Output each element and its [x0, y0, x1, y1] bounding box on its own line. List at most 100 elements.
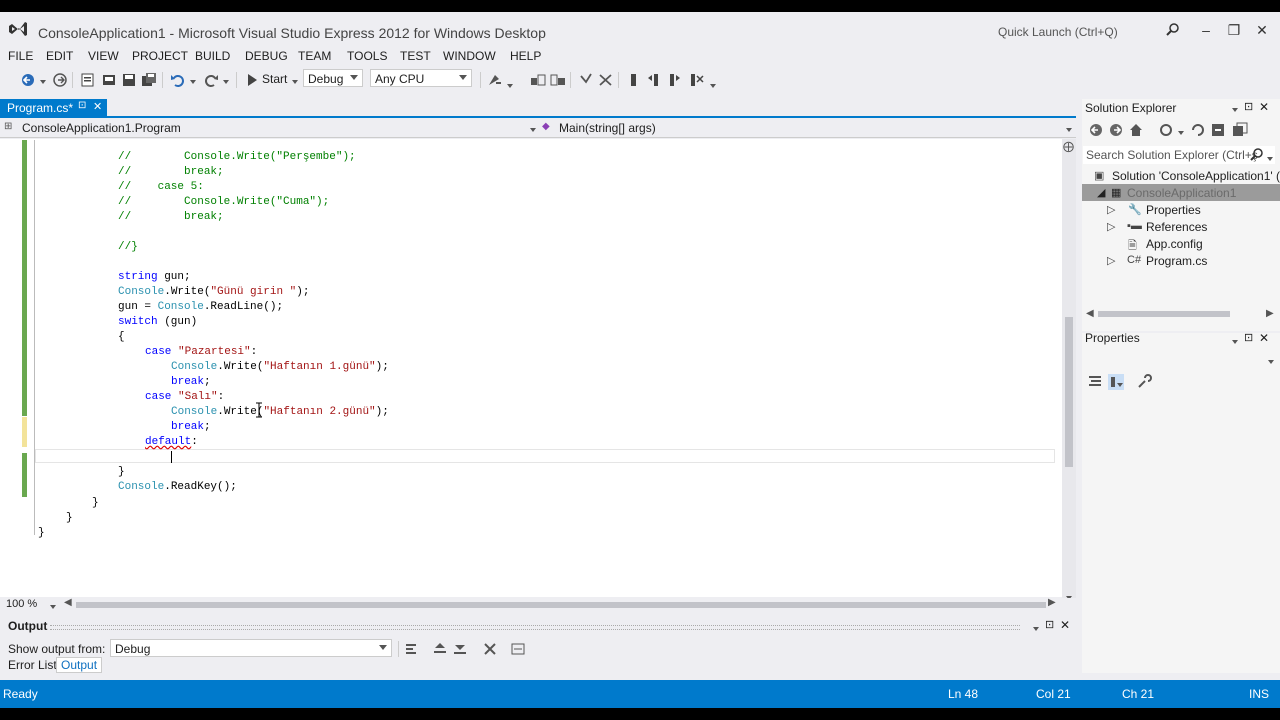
back-icon[interactable] — [1088, 122, 1104, 138]
comment-out-icon[interactable] — [530, 72, 546, 88]
sync-icon[interactable] — [1158, 122, 1174, 138]
redo-icon[interactable] — [203, 72, 219, 88]
solution-configuration-select[interactable]: Debug — [303, 69, 363, 87]
show-output-select[interactable]: Debug — [110, 639, 392, 657]
search-options-icon[interactable] — [1265, 151, 1273, 165]
pin-icon[interactable]: ⊡ — [78, 100, 86, 111]
find-message-icon[interactable] — [404, 641, 420, 657]
tree-item-references[interactable]: References — [1146, 220, 1207, 234]
search-icon[interactable] — [1166, 23, 1180, 37]
tree-item-properties[interactable]: Properties — [1146, 203, 1201, 217]
previous-bookmark-icon[interactable] — [646, 72, 662, 88]
home-icon[interactable] — [1128, 122, 1144, 138]
tree-item-app-config[interactable]: App.config — [1146, 237, 1203, 251]
new-project-icon[interactable] — [80, 72, 96, 88]
forward-icon[interactable] — [1108, 122, 1124, 138]
member-navigation-select[interactable]: ◆ Main(string[] args) — [542, 119, 1076, 137]
panel-dropdown-icon[interactable] — [1230, 334, 1238, 348]
categorized-icon[interactable] — [1087, 374, 1103, 390]
clear-all-icon[interactable] — [482, 641, 498, 657]
next-bookmark-icon[interactable] — [666, 72, 682, 88]
tree-item-solution[interactable]: Solution 'ConsoleApplication1' (1 — [1112, 169, 1280, 183]
zoom-dropdown-icon[interactable] — [48, 599, 56, 613]
solution-explorer-horizontal-scrollbar[interactable] — [1098, 311, 1230, 317]
menu-debug[interactable]: DEBUG — [245, 49, 288, 63]
menu-file[interactable]: FILE — [8, 49, 33, 63]
save-icon[interactable] — [121, 72, 137, 88]
panel-dropdown-icon[interactable] — [1230, 102, 1238, 116]
scroll-right-icon[interactable]: ▶ — [1266, 308, 1274, 319]
menu-help[interactable]: HELP — [510, 49, 541, 63]
previous-message-icon[interactable] — [432, 641, 448, 657]
open-file-icon[interactable] — [101, 72, 117, 88]
panel-dropdown-icon[interactable] — [1031, 621, 1039, 635]
bookmark-icon[interactable] — [626, 72, 642, 88]
menu-team[interactable]: TEAM — [298, 49, 331, 63]
find-dropdown-icon[interactable] — [505, 78, 513, 92]
find-in-files-icon[interactable] — [487, 72, 503, 88]
next-message-icon[interactable] — [452, 641, 468, 657]
scroll-left-icon[interactable]: ◀ — [1086, 308, 1094, 319]
scroll-left-icon[interactable]: ◀ — [64, 597, 72, 608]
toolbar-options-icon[interactable] — [708, 78, 716, 92]
solution-platform-select[interactable]: Any CPU — [370, 69, 472, 87]
start-dropdown-icon[interactable] — [290, 74, 298, 88]
tab-output[interactable]: Output — [56, 657, 103, 673]
tab-program-cs[interactable]: Program.cs* ⊡ ✕ — [0, 99, 107, 116]
menu-window[interactable]: WINDOW — [443, 49, 496, 63]
undo-dropdown-icon[interactable] — [188, 74, 196, 88]
step-into-icon[interactable] — [578, 72, 594, 88]
word-wrap-icon[interactable] — [510, 641, 526, 657]
split-editor-icon[interactable]: ⨁ — [1063, 140, 1074, 153]
menu-edit[interactable]: EDIT — [46, 49, 73, 63]
undo-icon[interactable] — [170, 72, 186, 88]
uncomment-icon[interactable] — [550, 72, 566, 88]
class-navigation-select[interactable]: ⊞ ConsoleApplication1.Program — [4, 119, 540, 137]
sync-dropdown-icon[interactable] — [1176, 125, 1184, 139]
menu-build[interactable]: BUILD — [195, 49, 230, 63]
step-over-icon[interactable] — [598, 72, 614, 88]
forward-icon[interactable] — [52, 72, 68, 88]
property-pages-icon[interactable] — [1136, 374, 1152, 390]
quick-launch-input[interactable]: Quick Launch (Ctrl+Q) — [998, 25, 1118, 39]
collapsed-arrow-icon[interactable]: ▷ — [1107, 203, 1115, 216]
start-icon[interactable] — [244, 72, 260, 88]
editor-horizontal-scrollbar[interactable] — [76, 602, 1046, 608]
pin-icon[interactable]: ⊡ — [1045, 618, 1054, 631]
show-all-files-icon[interactable] — [1232, 122, 1248, 138]
tab-error-list[interactable]: Error List — [8, 658, 57, 672]
clear-bookmarks-icon[interactable] — [688, 72, 704, 88]
toolbar-separator — [480, 72, 481, 88]
solution-explorer-search-input[interactable]: Search Solution Explorer (Ctrl+ş — [1083, 146, 1275, 164]
save-all-icon[interactable] — [141, 72, 157, 88]
menu-tools[interactable]: TOOLS — [347, 49, 387, 63]
expand-arrow-icon[interactable]: ◢ — [1097, 186, 1105, 199]
close-icon[interactable]: ✕ — [1252, 22, 1272, 38]
close-panel-icon[interactable]: ✕ — [1259, 100, 1269, 114]
back-dropdown-icon[interactable] — [38, 74, 46, 88]
editor-scroll-thumb[interactable] — [1065, 317, 1073, 467]
close-tab-icon[interactable]: ✕ — [93, 100, 102, 113]
zoom-level-select[interactable]: 100 % — [6, 598, 37, 610]
tree-item-program-cs[interactable]: Program.cs — [1146, 254, 1207, 268]
collapsed-arrow-icon[interactable]: ▷ — [1107, 220, 1115, 233]
close-panel-icon[interactable]: ✕ — [1259, 331, 1269, 345]
menu-test[interactable]: TEST — [400, 49, 431, 63]
refresh-icon[interactable] — [1190, 122, 1206, 138]
alphabetical-icon[interactable] — [1108, 374, 1124, 390]
collapsed-arrow-icon[interactable]: ▷ — [1107, 254, 1115, 267]
pin-icon[interactable]: ⊡ — [1244, 331, 1253, 344]
menu-view[interactable]: VIEW — [88, 49, 119, 63]
object-dropdown-icon[interactable] — [1266, 354, 1274, 368]
scroll-right-icon[interactable]: ▶ — [1048, 597, 1056, 608]
back-icon[interactable] — [20, 72, 36, 88]
collapse-all-icon[interactable] — [1210, 122, 1226, 138]
pin-icon[interactable]: ⊡ — [1244, 100, 1253, 113]
restore-icon[interactable]: ❐ — [1224, 22, 1244, 38]
search-icon[interactable] — [1250, 148, 1264, 162]
start-button[interactable]: Start — [262, 72, 287, 86]
redo-dropdown-icon[interactable] — [221, 74, 229, 88]
menu-project[interactable]: PROJECT — [132, 49, 188, 63]
minimize-icon[interactable]: – — [1196, 22, 1216, 38]
close-panel-icon[interactable]: ✕ — [1060, 618, 1070, 632]
